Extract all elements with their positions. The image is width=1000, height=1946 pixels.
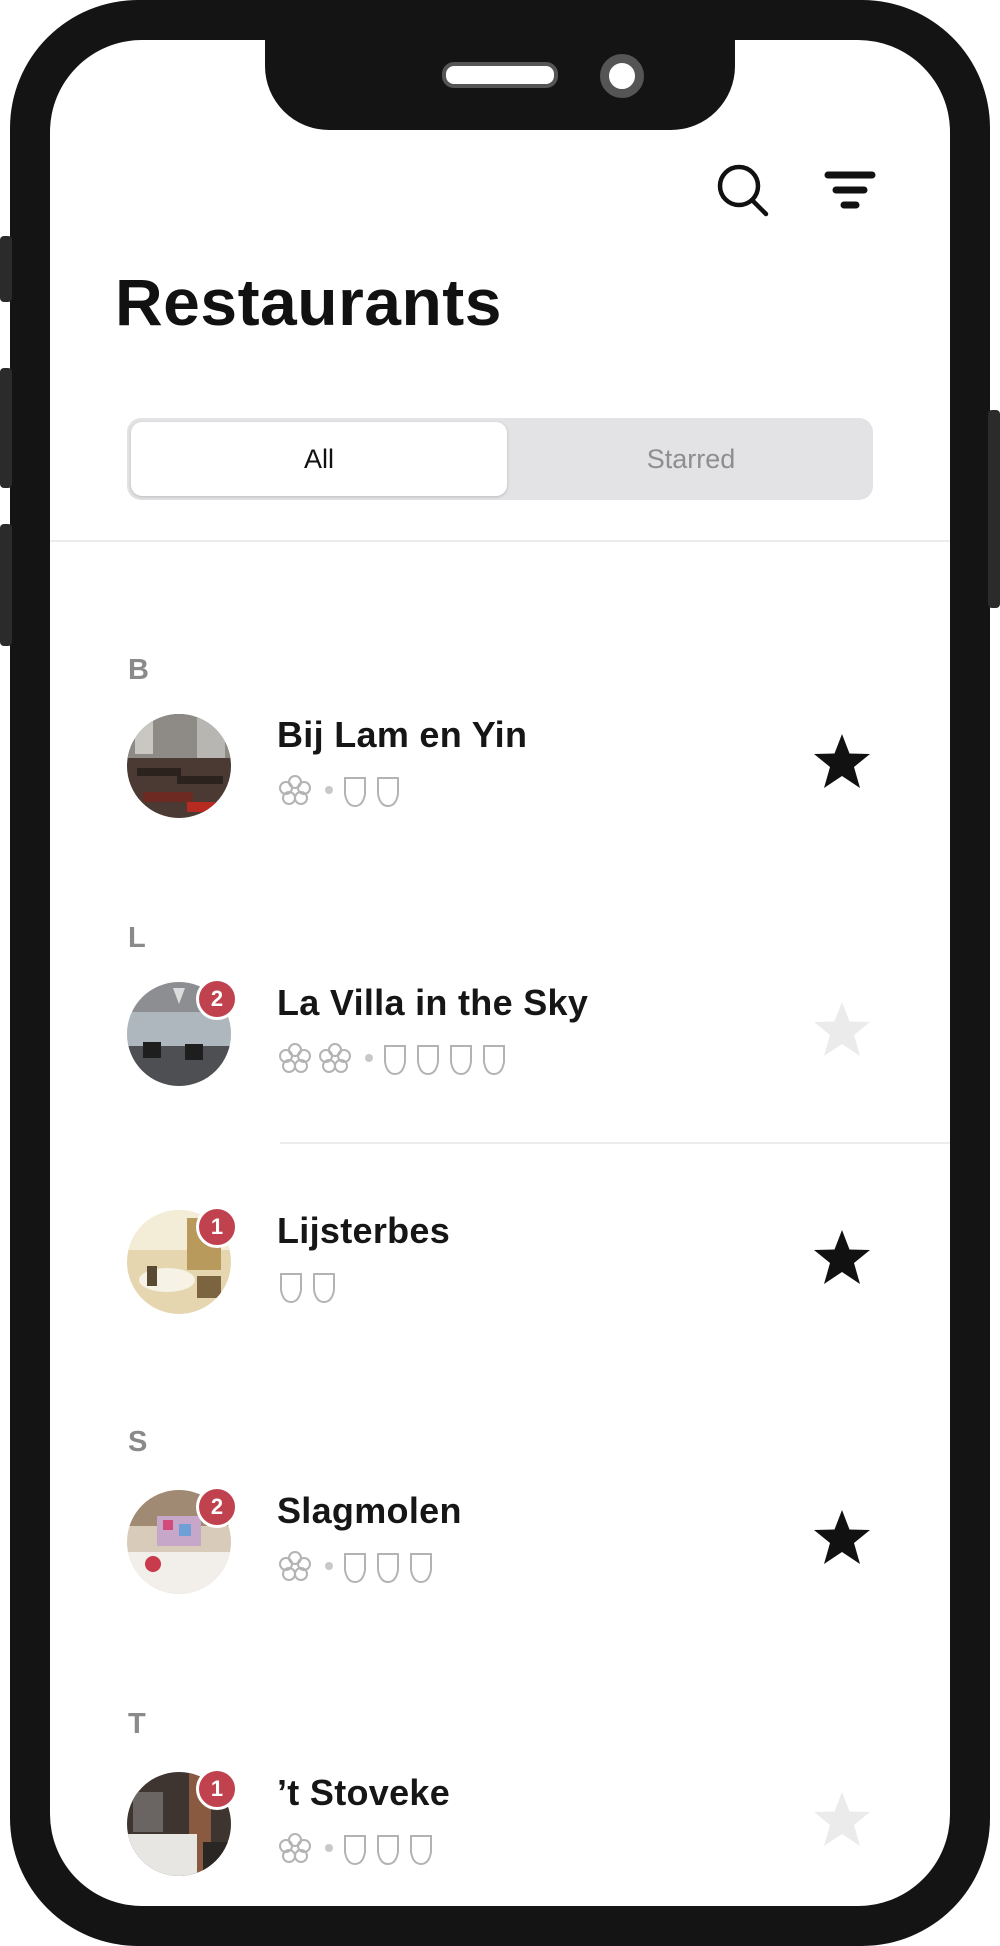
notch xyxy=(265,40,735,130)
star-toggle-on[interactable] xyxy=(810,730,874,794)
restaurant-name: Slagmolen xyxy=(277,1490,462,1531)
filter-icon[interactable] xyxy=(820,160,880,220)
row-divider xyxy=(280,1142,950,1144)
segment-all[interactable]: All xyxy=(131,422,507,496)
restaurant-name: Lijsterbes xyxy=(277,1210,451,1251)
rating-badge: 1 xyxy=(196,1768,238,1810)
front-camera xyxy=(600,54,644,98)
section-header-t: T xyxy=(128,1708,146,1740)
rating-badge: 2 xyxy=(196,978,238,1020)
list-item[interactable]: 1 ’t Stoveke xyxy=(50,1768,950,1882)
rating-icons xyxy=(277,1546,457,1586)
side-button-silent xyxy=(0,236,12,302)
page-title: Restaurants xyxy=(115,265,502,339)
side-button-volume-down xyxy=(0,524,12,646)
rating-badge: 2 xyxy=(196,1486,238,1528)
section-header-l: L xyxy=(128,922,146,954)
star-toggle-on[interactable] xyxy=(810,1226,874,1290)
restaurant-name: La Villa in the Sky xyxy=(277,982,589,1023)
rating-icons xyxy=(277,1038,517,1078)
rating-icons xyxy=(277,1266,357,1306)
side-button-volume-up xyxy=(0,368,12,488)
restaurant-photo xyxy=(127,714,231,818)
section-header-s: S xyxy=(128,1426,148,1458)
list-item[interactable]: 2 Slagmolen xyxy=(50,1486,950,1600)
search-icon[interactable] xyxy=(714,160,774,220)
speaker-grille xyxy=(442,62,558,88)
restaurant-name: Bij Lam en Yin xyxy=(277,714,528,755)
star-toggle-on[interactable] xyxy=(810,1506,874,1570)
rating-icons xyxy=(277,1828,457,1868)
side-button-power xyxy=(988,410,1000,608)
star-toggle-off[interactable] xyxy=(810,998,874,1062)
segmented-control: All Starred xyxy=(127,418,873,500)
restaurant-name: ’t Stoveke xyxy=(277,1772,451,1813)
section-header-b: B xyxy=(128,654,149,686)
list-item[interactable]: 2 La Villa in the Sky xyxy=(50,978,950,1092)
list-item[interactable]: Bij Lam en Yin xyxy=(50,714,950,824)
screen: Restaurants All Starred B Bij Lam en Yin xyxy=(50,40,950,1906)
star-toggle-off[interactable] xyxy=(810,1788,874,1852)
rating-icons xyxy=(277,770,417,810)
segment-starred[interactable]: Starred xyxy=(515,422,867,496)
list-item[interactable]: 1 Lijsterbes xyxy=(50,1206,950,1320)
header-divider xyxy=(50,540,950,542)
rating-badge: 1 xyxy=(196,1206,238,1248)
